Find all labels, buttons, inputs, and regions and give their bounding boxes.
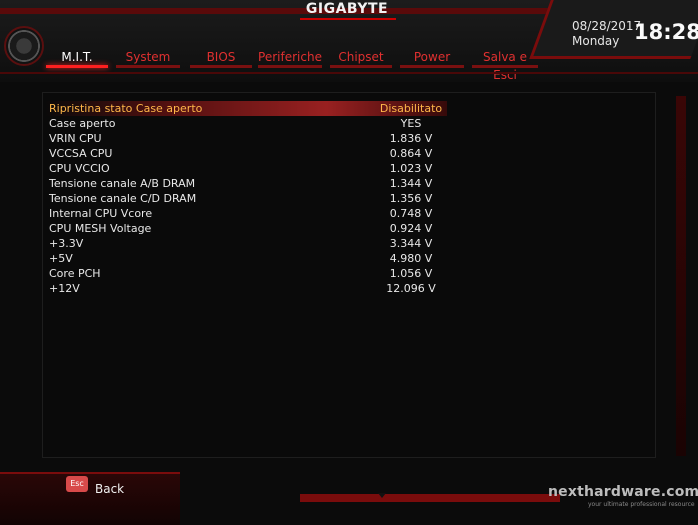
setting-value: 1.056 V (389, 267, 433, 280)
header-divider (0, 72, 698, 74)
setting-value: 1.023 V (389, 162, 433, 175)
setting-value: 0.924 V (389, 222, 433, 235)
tab-label: M.I.T. (61, 50, 93, 64)
setting-label: Tensione canale A/B DRAM (49, 177, 196, 190)
tab-mit[interactable]: M.I.T. (46, 48, 108, 68)
setting-label: +12V (49, 282, 80, 295)
tab-underline (258, 65, 322, 68)
tab-salva-e-esci[interactable]: Salva e Esci (472, 48, 538, 82)
tab-chipset[interactable]: Chipset (330, 48, 392, 68)
tab-underline (190, 65, 252, 68)
setting-label: VRIN CPU (49, 132, 102, 145)
setting-value: 12.096 V (386, 282, 436, 295)
brand-logo: GIGABYTE (305, 1, 389, 17)
tab-label: BIOS (206, 50, 236, 64)
tab-system[interactable]: System (116, 48, 180, 68)
tab-underline (472, 65, 538, 68)
setting-value: 0.748 V (389, 207, 433, 220)
setting-label: Core PCH (49, 267, 101, 280)
setting-value: 4.980 V (389, 252, 433, 265)
setting-value[interactable]: Disabilitato (376, 101, 446, 116)
settings-gear-icon[interactable] (4, 26, 44, 66)
setting-label: CPU MESH Voltage (49, 222, 152, 235)
settings-panel (42, 92, 656, 458)
watermark-tagline: your ultimate professional resource (588, 501, 695, 508)
watermark-name: nexthardware.com (548, 484, 698, 500)
setting-value: 3.344 V (389, 237, 433, 250)
tab-underline (46, 65, 108, 68)
setting-value: 1.356 V (389, 192, 433, 205)
esc-key-icon[interactable]: Esc (66, 476, 88, 492)
scrollbar[interactable] (676, 96, 686, 456)
setting-label: Case aperto (49, 117, 116, 130)
chevron-down-icon[interactable] (378, 493, 386, 498)
logo-underline (300, 18, 396, 20)
time-display: 18:28 (634, 20, 698, 44)
footer-accent-bar (300, 494, 560, 502)
watermark: nexthardware.com your ultimate professio… (548, 474, 698, 514)
tab-underline (400, 65, 464, 68)
setting-value: 0.864 V (389, 147, 433, 160)
back-button[interactable]: Back (95, 482, 124, 496)
tab-label: System (125, 50, 171, 64)
tab-power[interactable]: Power (400, 48, 464, 68)
tab-label: Power (413, 50, 451, 64)
tab-label: Periferiche (258, 50, 322, 64)
tab-underline (330, 65, 392, 68)
setting-label: Internal CPU Vcore (49, 207, 153, 220)
tab-label: Chipset (338, 50, 384, 64)
tab-underline (116, 65, 180, 68)
setting-label: Ripristina stato Case aperto (49, 102, 203, 115)
setting-label: VCCSA CPU (49, 147, 113, 160)
date-display: 08/28/2017 (572, 19, 642, 33)
setting-label: CPU VCCIO (49, 162, 110, 175)
tab-periferiche[interactable]: Periferiche (258, 48, 322, 68)
setting-label: Tensione canale C/D DRAM (49, 192, 197, 205)
setting-label: +5V (49, 252, 73, 265)
tab-bios[interactable]: BIOS (190, 48, 252, 68)
day-display: Monday (572, 34, 620, 48)
footer-left-panel (0, 472, 180, 525)
setting-value: YES (400, 117, 422, 130)
setting-label: +3.3V (49, 237, 84, 250)
setting-value: 1.344 V (389, 177, 433, 190)
setting-value: 1.836 V (389, 132, 433, 145)
